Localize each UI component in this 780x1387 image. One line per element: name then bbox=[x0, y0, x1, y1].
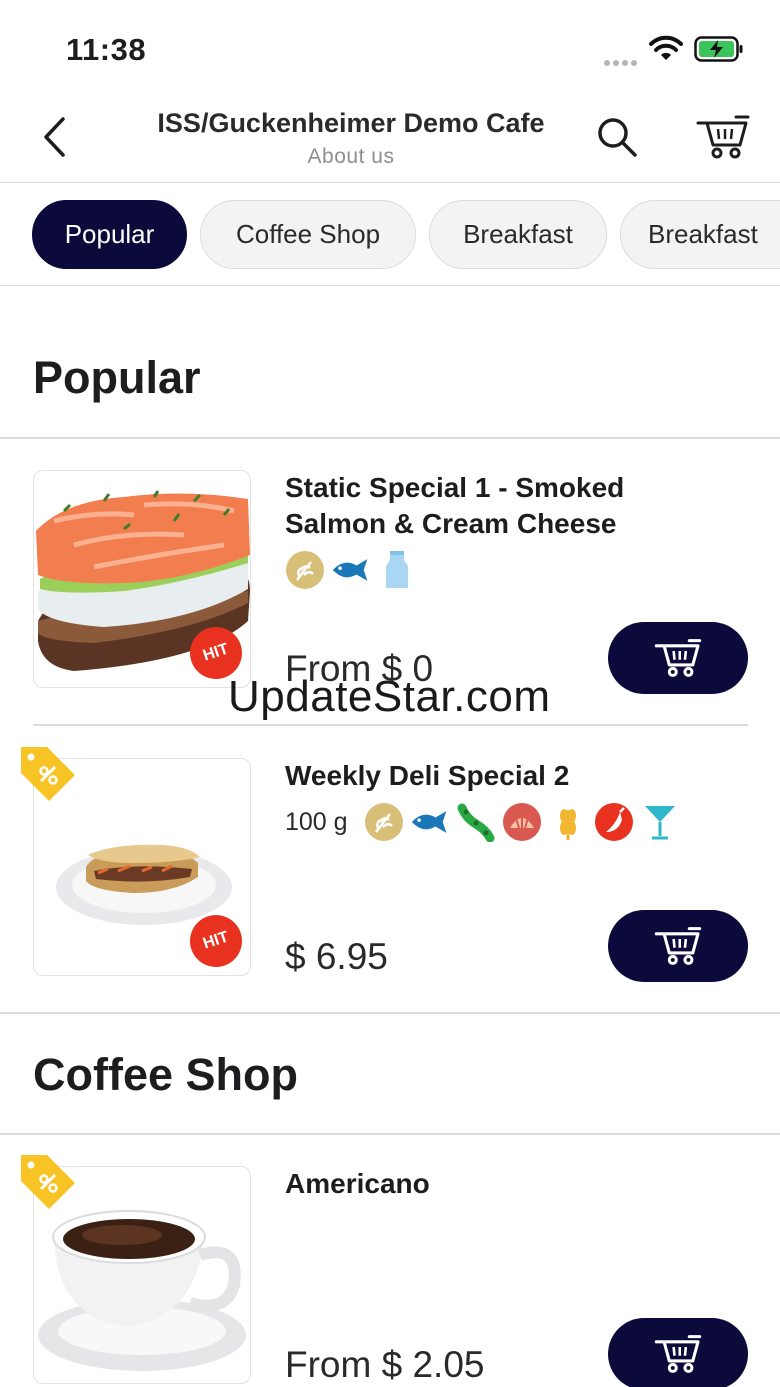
cart-icon bbox=[654, 639, 702, 677]
spicy-icon bbox=[594, 802, 634, 842]
shellfish-icon bbox=[502, 802, 542, 842]
fish-icon bbox=[410, 802, 450, 842]
section-title-coffee-shop: Coffee Shop bbox=[33, 1049, 298, 1100]
battery-charging-icon bbox=[694, 36, 743, 62]
product-image-salmon[interactable]: HIT bbox=[33, 470, 251, 688]
product-name[interactable]: Static Special 1 - Smoked Salmon & Cream… bbox=[285, 470, 705, 542]
fish-icon bbox=[331, 550, 371, 590]
soy-icon bbox=[456, 802, 496, 842]
add-to-cart-button[interactable] bbox=[608, 622, 748, 694]
tab-breakfast-2[interactable]: Breakfast bbox=[620, 200, 780, 269]
search-button[interactable] bbox=[594, 114, 640, 160]
gluten-icon bbox=[364, 802, 404, 842]
add-to-cart-button[interactable] bbox=[608, 1318, 748, 1387]
product-price: From $ 2.05 bbox=[285, 1344, 485, 1385]
allergen-list bbox=[285, 550, 417, 590]
category-tabs: Popular Coffee Shop Breakfast Breakfast bbox=[0, 183, 780, 286]
wheat-icon bbox=[548, 802, 588, 842]
cellular-signal-icon bbox=[604, 53, 640, 66]
add-to-cart-button[interactable] bbox=[608, 910, 748, 982]
cart-icon bbox=[654, 927, 702, 965]
cart-button[interactable] bbox=[696, 114, 750, 160]
wifi-icon bbox=[649, 35, 683, 60]
app-header: ISS/Guckenheimer Demo Cafe About us bbox=[0, 96, 780, 183]
discount-tag-icon bbox=[21, 1155, 75, 1209]
divider bbox=[0, 437, 780, 439]
product-price: $ 6.95 bbox=[285, 936, 388, 977]
milk-icon bbox=[377, 550, 417, 590]
gluten-icon bbox=[285, 550, 325, 590]
discount-tag-icon bbox=[21, 747, 75, 801]
cart-icon bbox=[654, 1335, 702, 1373]
allergen-list: 100 g bbox=[285, 802, 680, 842]
product-name[interactable]: Americano bbox=[285, 1166, 705, 1202]
search-icon bbox=[598, 118, 637, 157]
watermark: UpdateStar.com bbox=[228, 672, 551, 721]
tab-popular[interactable]: Popular bbox=[32, 200, 187, 269]
status-bar: 11:38 bbox=[0, 0, 780, 96]
tab-coffee-shop[interactable]: Coffee Shop bbox=[200, 200, 416, 269]
cart-icon bbox=[696, 115, 750, 159]
divider bbox=[0, 1012, 780, 1014]
product-name[interactable]: Weekly Deli Special 2 bbox=[285, 758, 705, 794]
divider bbox=[0, 1133, 780, 1135]
product-weight: 100 g bbox=[285, 807, 348, 836]
divider bbox=[33, 724, 748, 726]
tab-breakfast[interactable]: Breakfast bbox=[429, 200, 607, 269]
alcohol-icon bbox=[640, 802, 680, 842]
section-title-popular: Popular bbox=[33, 352, 201, 403]
status-time: 11:38 bbox=[66, 32, 147, 67]
